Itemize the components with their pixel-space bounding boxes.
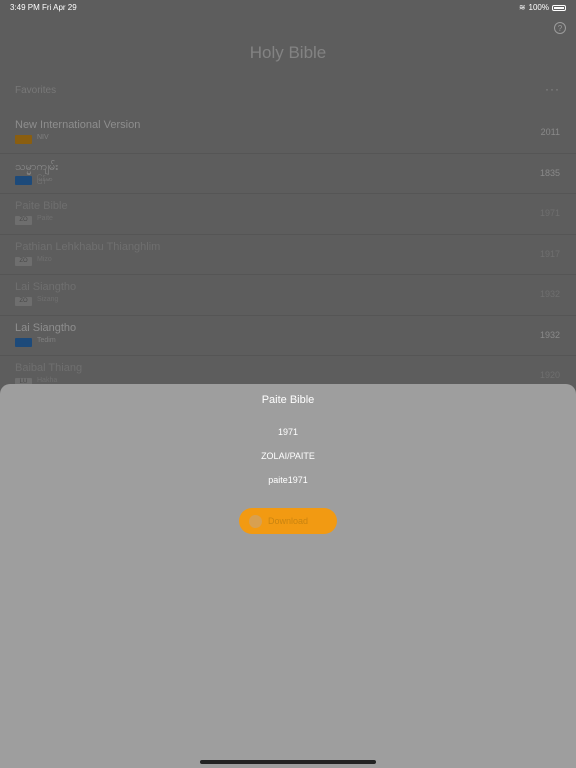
list-item[interactable]: New International Version NIV 2011 — [0, 113, 576, 154]
battery-icon — [552, 4, 566, 11]
list-item[interactable]: Paite Bible ZO Paite 1971 — [0, 194, 576, 235]
version-language: Hakha — [37, 377, 58, 384]
version-year: 1917 — [539, 248, 560, 259]
download-spinner-icon — [249, 514, 262, 528]
battery-percent: 100% — [528, 3, 549, 12]
version-year: 1835 — [539, 167, 560, 178]
version-language: NIV — [37, 134, 49, 141]
version-name: Pathian Lehkhabu Thianghlim — [15, 240, 161, 253]
version-badge — [15, 337, 32, 347]
status-bar: 3:49 PM Fri Apr 29 ≋ 100% — [0, 0, 576, 14]
version-language: Paite — [37, 215, 53, 222]
version-year: 1932 — [539, 289, 560, 299]
version-year: 1920 — [539, 370, 560, 380]
version-badge: ZO — [15, 256, 32, 266]
version-name: Lai Siangtho — [15, 321, 77, 334]
version-list: New International Version NIV 2011 သမ္မာ… — [0, 113, 576, 397]
sheet-language: ZOLAI/PAITE — [261, 451, 315, 461]
version-badge: ZO — [15, 216, 32, 225]
status-time: 3:49 PM — [10, 3, 40, 12]
list-item[interactable]: Lai Siangtho Tedim 1932 — [0, 316, 576, 356]
version-badge — [15, 175, 32, 185]
version-name: Lai Siangtho — [15, 281, 77, 293]
status-right: ≋ 100% — [519, 3, 566, 12]
wifi-icon: ≋ — [518, 3, 526, 12]
version-name: သမ္မာကျမ်း — [15, 160, 59, 173]
list-item[interactable]: သမ္မာကျမ်း မြန်မာ 1835 — [0, 154, 576, 194]
version-language: Mizo — [37, 255, 52, 263]
version-language: Sizang — [37, 296, 59, 303]
version-year: 2011 — [540, 127, 560, 137]
version-language: မြန်မာ — [37, 175, 53, 183]
version-language: Tedim — [37, 336, 56, 344]
home-indicator[interactable] — [200, 760, 376, 764]
download-button[interactable]: Download — [239, 508, 337, 534]
version-name: Paite Bible — [15, 200, 68, 212]
sheet-title: Paite Bible — [261, 394, 315, 406]
favorites-header: Favorites — [15, 85, 57, 96]
list-item[interactable]: Pathian Lehkhabu Thianghlim ZO Mizo 1917 — [0, 235, 576, 275]
version-badge: ZO — [15, 297, 32, 306]
version-detail-sheet: Paite Bible 1971 ZOLAI/PAITE paite1971 D… — [0, 384, 576, 768]
version-name: Baibal Thiang — [15, 362, 83, 374]
version-year: 1932 — [539, 329, 560, 340]
list-item[interactable]: Lai Siangtho ZO Sizang 1932 — [0, 275, 576, 316]
help-icon[interactable]: ? — [554, 22, 566, 34]
version-badge — [15, 135, 32, 144]
sheet-year: 1971 — [277, 427, 299, 437]
status-date: Fri Apr 29 — [42, 3, 77, 12]
version-year: 1971 — [539, 208, 560, 218]
download-label: Download — [268, 516, 309, 526]
page-title: Holy Bible — [249, 43, 327, 62]
more-icon[interactable]: ··· — [545, 82, 560, 96]
version-name: New International Version — [15, 119, 141, 131]
sheet-code: paite1971 — [268, 475, 308, 485]
